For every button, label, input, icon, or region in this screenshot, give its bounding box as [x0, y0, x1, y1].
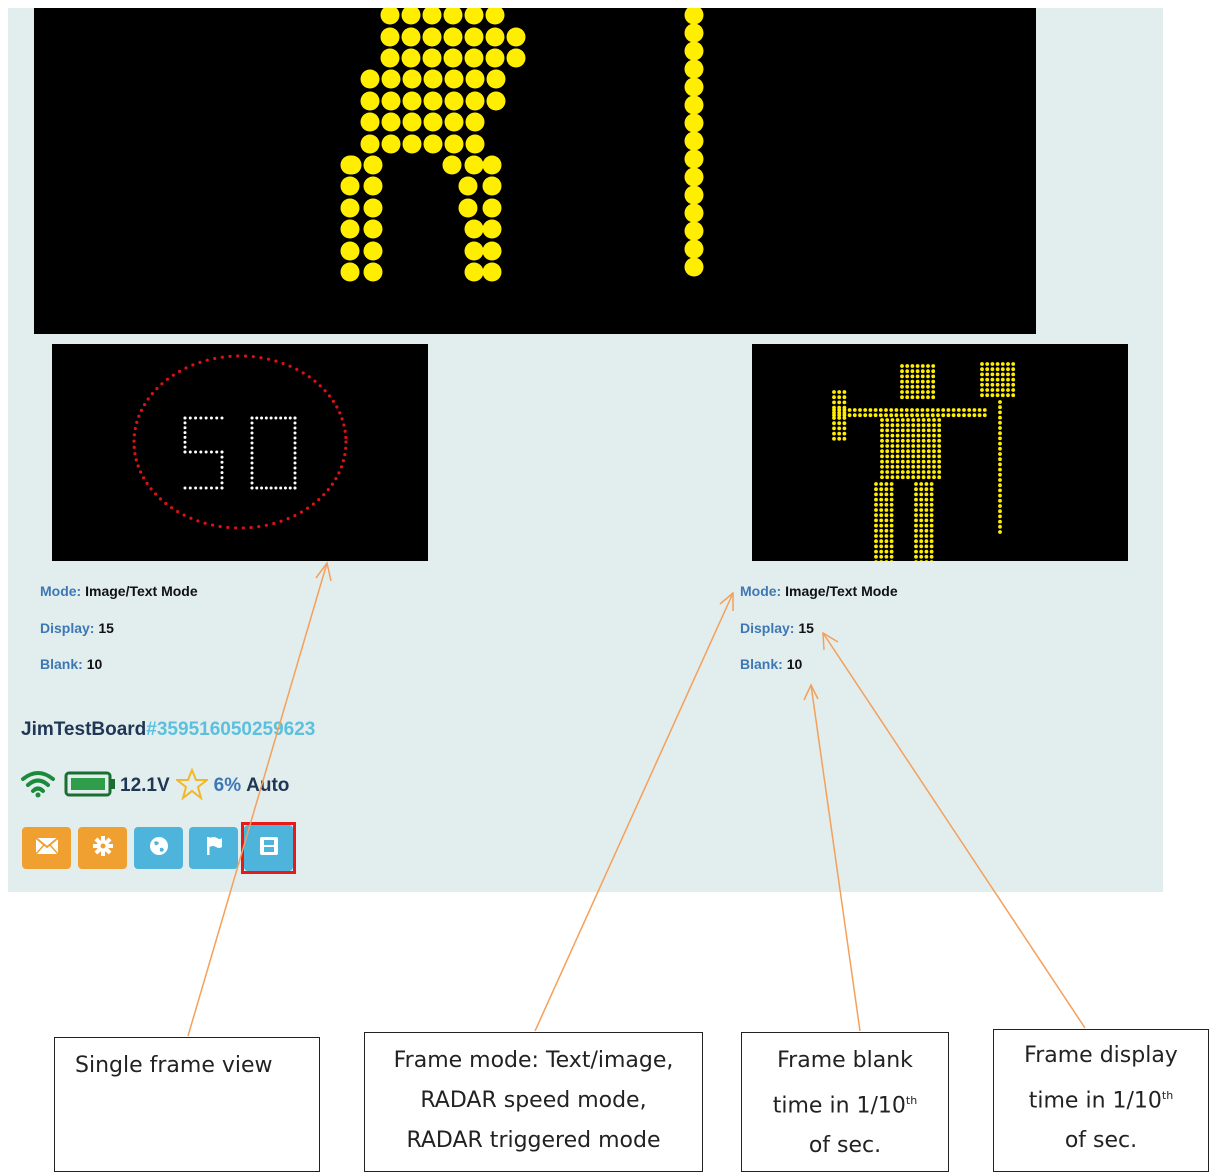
arrow-frame-display — [822, 632, 1086, 1029]
arrow-single-frame — [187, 562, 328, 1037]
arrow-frame-mode — [534, 592, 734, 1032]
arrow-frame-blank — [810, 684, 861, 1032]
annotation-arrows — [187, 561, 1086, 1037]
